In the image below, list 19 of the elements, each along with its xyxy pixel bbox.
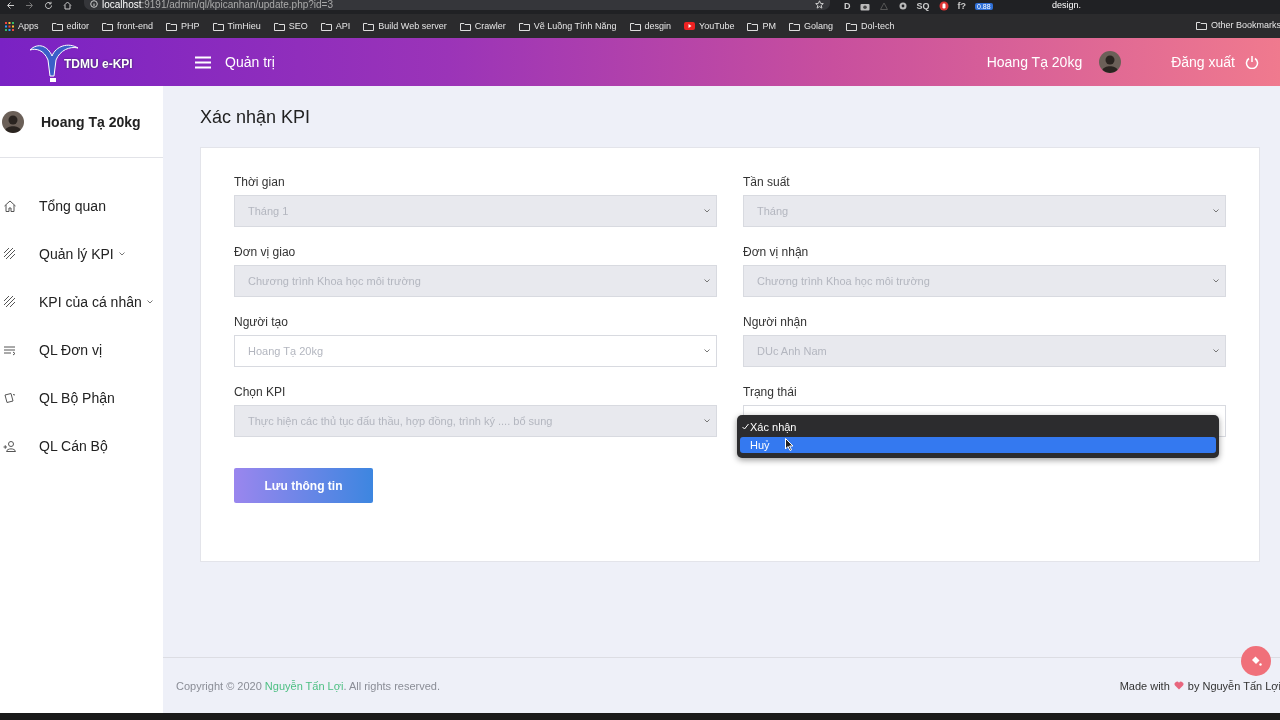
page-title: Xác nhận KPI (200, 106, 312, 128)
field-label: Tần suất (743, 175, 791, 191)
copyright-text: Copyright © 2020 Nguyễn Tấn Lợi. All rights reserved. (176, 679, 440, 692)
author-credit: by Nguyễn Tấn Lợi (1187, 679, 1280, 692)
url-host: localhost (102, 0, 142, 10)
extension-popup-text: design. (1052, 0, 1082, 10)
field-label: Người nhận (743, 315, 808, 331)
field-label: Chọn KPI (234, 385, 287, 401)
field-label: Đơn vị giao (234, 245, 297, 261)
field-label: Thời gian (234, 175, 286, 191)
field-label: Người tạo (234, 315, 289, 331)
user-name: Hoang Tạ 20kg (41, 113, 141, 130)
user-name: Hoang Tạ 20kg (986, 54, 1083, 70)
logo-text: TDMU e-KPI (64, 57, 133, 71)
made-with-text: Made with (1119, 679, 1170, 692)
menu-title: Quản trị (225, 54, 275, 70)
field-label: Trạng thái (743, 385, 798, 401)
field-label: Đơn vị nhận (743, 245, 810, 261)
url-path: :9191/admin/ql/kpicanhan/update.php?id=3 (141, 0, 333, 10)
